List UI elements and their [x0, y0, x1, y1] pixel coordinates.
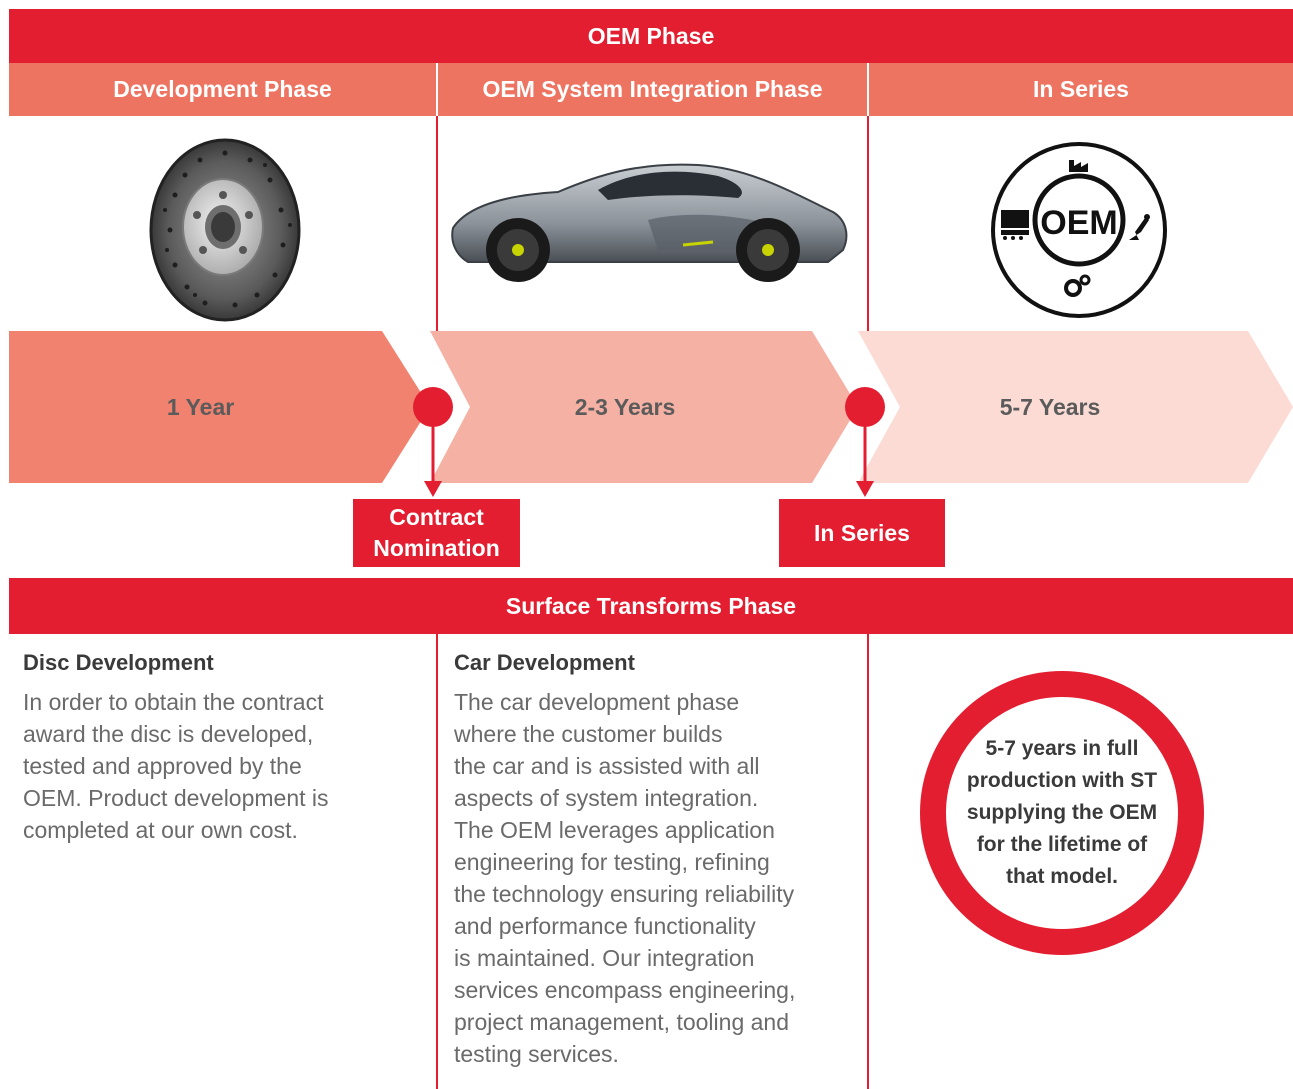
oem-phase-banner: OEM Phase — [9, 9, 1293, 63]
phase-label: OEM System Integration Phase — [482, 76, 823, 102]
timeline-label-1-year: 1 Year — [166, 393, 235, 420]
car-development-text: The car development phase where the cust… — [454, 686, 795, 1070]
text-line: award the disc is developed, — [23, 721, 314, 747]
text-line: testing services. — [454, 1041, 619, 1067]
divider-line — [436, 634, 438, 1089]
text-line: for the lifetime of — [976, 833, 1148, 856]
oem-badge-icon: OEM — [991, 142, 1167, 318]
text-line: engineering for testing, refining — [454, 849, 770, 875]
milestone-marker-in-series — [845, 387, 885, 497]
text-line: In order to obtain the contract — [23, 689, 324, 715]
oem-phase-title: OEM Phase — [587, 22, 715, 49]
text-line: the technology ensuring reliability — [454, 881, 795, 907]
lifetime-callout-ring: 5-7 years in full production with ST sup… — [920, 671, 1204, 955]
phase-header-development: Development Phase — [9, 63, 436, 116]
text-line: that model. — [1005, 865, 1118, 888]
text-line: aspects of system integration. — [454, 785, 759, 811]
conveyor-icon — [1001, 210, 1029, 228]
milestone-line: In Series — [814, 519, 910, 546]
divider-line — [867, 634, 869, 1089]
milestone-contract-nomination: Contract Nomination — [353, 499, 520, 567]
text-line: 5-7 years in full — [985, 737, 1139, 760]
text-line: tested and approved by the — [23, 753, 302, 779]
disc-development-text: In order to obtain the contract award th… — [23, 686, 329, 846]
text-line: completed at our own cost. — [23, 817, 298, 843]
text-line: OEM. Product development is — [23, 785, 329, 811]
timeline-label-2-3-years: 2-3 Years — [574, 393, 676, 420]
phase-header-integration: OEM System Integration Phase — [438, 63, 867, 116]
text-line: and performance functionality — [454, 913, 756, 939]
milestone-line: Nomination — [373, 535, 500, 561]
disc-development-title: Disc Development — [23, 650, 214, 675]
timeline-label-5-7-years: 5-7 Years — [999, 393, 1101, 420]
oem-badge-text: OEM — [1040, 204, 1117, 242]
divider-line — [436, 116, 438, 331]
text-line: the car and is assisted with all — [454, 753, 760, 779]
surface-transforms-title: Surface Transforms Phase — [505, 592, 797, 619]
text-line: is maintained. Our integration — [454, 945, 755, 971]
text-line: services encompass engineering, — [454, 977, 796, 1003]
text-line: The car development phase — [454, 689, 740, 715]
lifetime-callout-text: 5-7 years in full production with ST sup… — [967, 733, 1157, 893]
milestone-marker-contract — [413, 387, 453, 497]
text-line: production with ST — [966, 769, 1158, 792]
milestone-line: Contract — [389, 504, 484, 530]
milestone-in-series: In Series — [779, 499, 945, 567]
text-line: supplying the OEM — [966, 801, 1158, 824]
car-development-title: Car Development — [454, 650, 635, 675]
divider-line — [867, 116, 869, 331]
supercar-image — [451, 163, 848, 282]
brake-disc-image — [149, 138, 301, 322]
text-line: project management, tooling and — [454, 1009, 789, 1035]
text-line: where the customer builds — [454, 721, 723, 747]
phase-label: In Series — [1033, 76, 1129, 102]
text-line: The OEM leverages application — [454, 817, 775, 843]
phase-label: Development Phase — [113, 76, 332, 102]
phase-header-in-series: In Series — [869, 63, 1293, 116]
surface-transforms-banner: Surface Transforms Phase — [9, 578, 1293, 634]
